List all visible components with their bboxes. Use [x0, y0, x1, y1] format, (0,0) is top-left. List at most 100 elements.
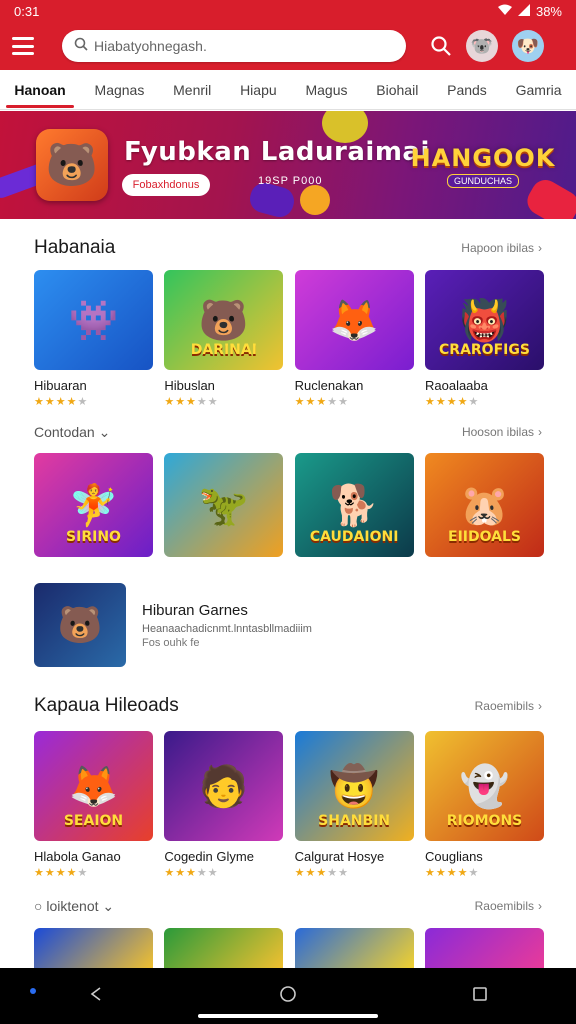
- game-card[interactable]: 🦊 SEAION Hlabola Ganao ★★★★★: [34, 731, 153, 879]
- section-header: Contodan ⌄ Hooson ibilas ›: [0, 418, 576, 446]
- star-rating: ★★★★★: [34, 396, 89, 408]
- game-name: Calgurat Hosye: [294, 849, 385, 864]
- wifi-icon: [497, 4, 512, 19]
- section-title: Kapaua Hileoads: [34, 695, 179, 716]
- see-more-link[interactable]: Raoemibils ›: [475, 899, 542, 913]
- game-card[interactable]: 🐹 EIIDOALS: [424, 453, 544, 557]
- game-thumbnail: 🧑: [164, 731, 284, 841]
- search-bar[interactable]: [62, 30, 406, 62]
- chevron-right-icon: ›: [538, 899, 542, 913]
- game-thumbnail: 🐻 DARINAI: [164, 270, 284, 370]
- status-time: 0:31: [14, 3, 40, 19]
- search-icon: ○: [34, 897, 43, 914]
- tab-pands[interactable]: Pands: [443, 72, 491, 108]
- search-input[interactable]: [94, 38, 394, 54]
- monster-icon: 👹: [459, 298, 510, 343]
- featured-game-item[interactable]: 🐻 Hiburan Garnes Heanaachadicnmt.lnntasb…: [34, 583, 544, 667]
- person-icon: 🧑: [198, 764, 249, 809]
- app-bar: 🐨 🐶: [0, 22, 576, 70]
- tab-hanoan[interactable]: Hanoan: [6, 72, 75, 108]
- creatures-icon: 🦖: [198, 483, 249, 528]
- tab-magnas[interactable]: Magnas: [91, 72, 149, 108]
- game-card[interactable]: 🧑 Cogedin Glyme ★★★★★: [164, 731, 284, 879]
- star-rating: ★★★★★: [34, 867, 89, 879]
- banner-logo-subtext: GUNDUCHAS: [446, 174, 519, 188]
- bear-avatar-icon[interactable]: 🐨: [466, 30, 498, 62]
- banner-game-logo: HANGOOK GUNDUCHAS: [411, 141, 554, 191]
- game-thumbnail[interactable]: [34, 928, 153, 968]
- bear-icon: 🐻: [57, 604, 103, 645]
- notification-dot: [30, 988, 36, 994]
- game-thumbnail: 🧚 SIRINO: [34, 453, 153, 557]
- star-rating: ★★★★★: [164, 396, 219, 408]
- search-icon: [74, 37, 88, 56]
- game-card[interactable]: 🤠 SHANBIN Calgurat Hosye ★★★★★: [294, 731, 414, 879]
- game-thumbnail: 👾: [34, 270, 153, 370]
- promo-banner[interactable]: 🐻 Fyubkan Laduraimai Fobaxhdonus 19SP P0…: [0, 111, 576, 219]
- creature-icon: 👾: [68, 298, 119, 343]
- game-thumbnail: 🦖: [164, 453, 284, 557]
- game-card[interactable]: 👾 Hibuaran ★★★★★: [34, 270, 153, 408]
- section-title: Habanaia: [34, 237, 116, 258]
- hamburger-menu-icon[interactable]: [12, 37, 34, 55]
- game-thumbnail: 🐕 CAUDAIONI: [294, 453, 414, 557]
- back-icon[interactable]: [88, 986, 104, 1007]
- banner-title: Fyubkan Laduraimai: [124, 137, 430, 167]
- chevron-right-icon: ›: [538, 699, 542, 713]
- game-thumbnail[interactable]: [164, 928, 284, 968]
- home-icon[interactable]: [279, 985, 297, 1008]
- hamster-icon: 🐹: [459, 483, 510, 528]
- see-more-link[interactable]: Hooson ibilas ›: [462, 425, 542, 439]
- featured-game-info: Hiburan Garnes Heanaachadicnmt.lnntasbll…: [142, 602, 312, 649]
- banner-button[interactable]: Fobaxhdonus: [122, 174, 210, 196]
- see-more-link[interactable]: Hapoon ibilas ›: [461, 241, 542, 255]
- signal-icon: [517, 3, 530, 19]
- section-dropdown[interactable]: Contodan ⌄: [34, 424, 110, 441]
- game-thumbnail[interactable]: [424, 928, 544, 968]
- game-row-partial: [34, 928, 544, 968]
- tab-menril[interactable]: Menril: [169, 72, 215, 108]
- section-header: Kapaua Hileoads Raoemibils ›: [0, 692, 576, 720]
- game-card[interactable]: 👻 RIOMONS Couglians ★★★★★: [424, 731, 544, 879]
- game-card[interactable]: 🦊 Ruclenakan ★★★★★: [294, 270, 414, 408]
- see-more-link[interactable]: Raoemibils ›: [475, 699, 542, 713]
- tab-biohail[interactable]: Biohail: [372, 72, 422, 108]
- featured-game-meta: Fos ouhk fe: [142, 636, 200, 649]
- game-thumbnail[interactable]: [294, 928, 414, 968]
- character-icon: 🧚: [68, 483, 119, 528]
- recents-icon[interactable]: [472, 986, 488, 1007]
- game-card[interactable]: 👹 CRAROFIGS Raoalaaba ★★★★★: [424, 270, 544, 408]
- search-action-icon[interactable]: [430, 35, 452, 57]
- thumbnail-caption: SIRINO: [66, 529, 121, 545]
- tab-gamria[interactable]: Gamria: [512, 72, 566, 108]
- category-tabs: Hanoan Magnas Menril Hiapu Magus Biohail…: [0, 70, 576, 110]
- chevron-down-icon: ⌄: [102, 897, 115, 914]
- game-row: 🦊 SEAION Hlabola Ganao ★★★★★ 🧑 Cogedin Gl…: [34, 731, 544, 879]
- blob-monster-icon: 👻: [459, 764, 510, 809]
- section-header: ○ loiktenot ⌄ Raoemibils ›: [0, 892, 576, 920]
- section-dropdown[interactable]: ○ loiktenot ⌄: [34, 898, 114, 915]
- home-gesture-bar[interactable]: [198, 1014, 378, 1018]
- game-name: Raoalaaba: [424, 378, 488, 393]
- game-card[interactable]: 🐻 DARINAI Hibuslan ★★★★★: [164, 270, 284, 408]
- tab-hiapu[interactable]: Hiapu: [236, 72, 281, 108]
- featured-game-description: Heanaachadicnmt.lnntasbllmadiiim: [142, 622, 312, 635]
- chevron-right-icon: ›: [538, 241, 542, 255]
- bear-game-icon: 🐻: [36, 129, 108, 201]
- game-name: Couglians: [424, 849, 483, 864]
- game-row: 👾 Hibuaran ★★★★★ 🐻 DARINAI Hibuslan ★★★★★…: [34, 270, 544, 408]
- character-avatar-icon[interactable]: 🐶: [512, 30, 544, 62]
- thumbnail-caption: CRAROFIGS: [439, 342, 530, 358]
- tab-magus[interactable]: Magus: [301, 72, 351, 108]
- thumbnail-caption: CAUDAIONI: [309, 529, 399, 545]
- game-card[interactable]: 🐕 CAUDAIONI: [294, 453, 414, 557]
- game-card[interactable]: 🧚 SIRINO: [34, 453, 153, 557]
- chevron-down-icon: ⌄: [98, 423, 111, 440]
- star-rating: ★★★★★: [424, 867, 480, 879]
- game-name: Hibuslan: [164, 378, 215, 393]
- game-thumbnail: 🐹 EIIDOALS: [424, 453, 544, 557]
- adventurer-icon: 🤠: [329, 764, 380, 809]
- bear-icon: 🐻: [198, 298, 249, 343]
- game-card[interactable]: 🦖: [164, 453, 284, 557]
- game-thumbnail: 🤠 SHANBIN: [294, 731, 414, 841]
